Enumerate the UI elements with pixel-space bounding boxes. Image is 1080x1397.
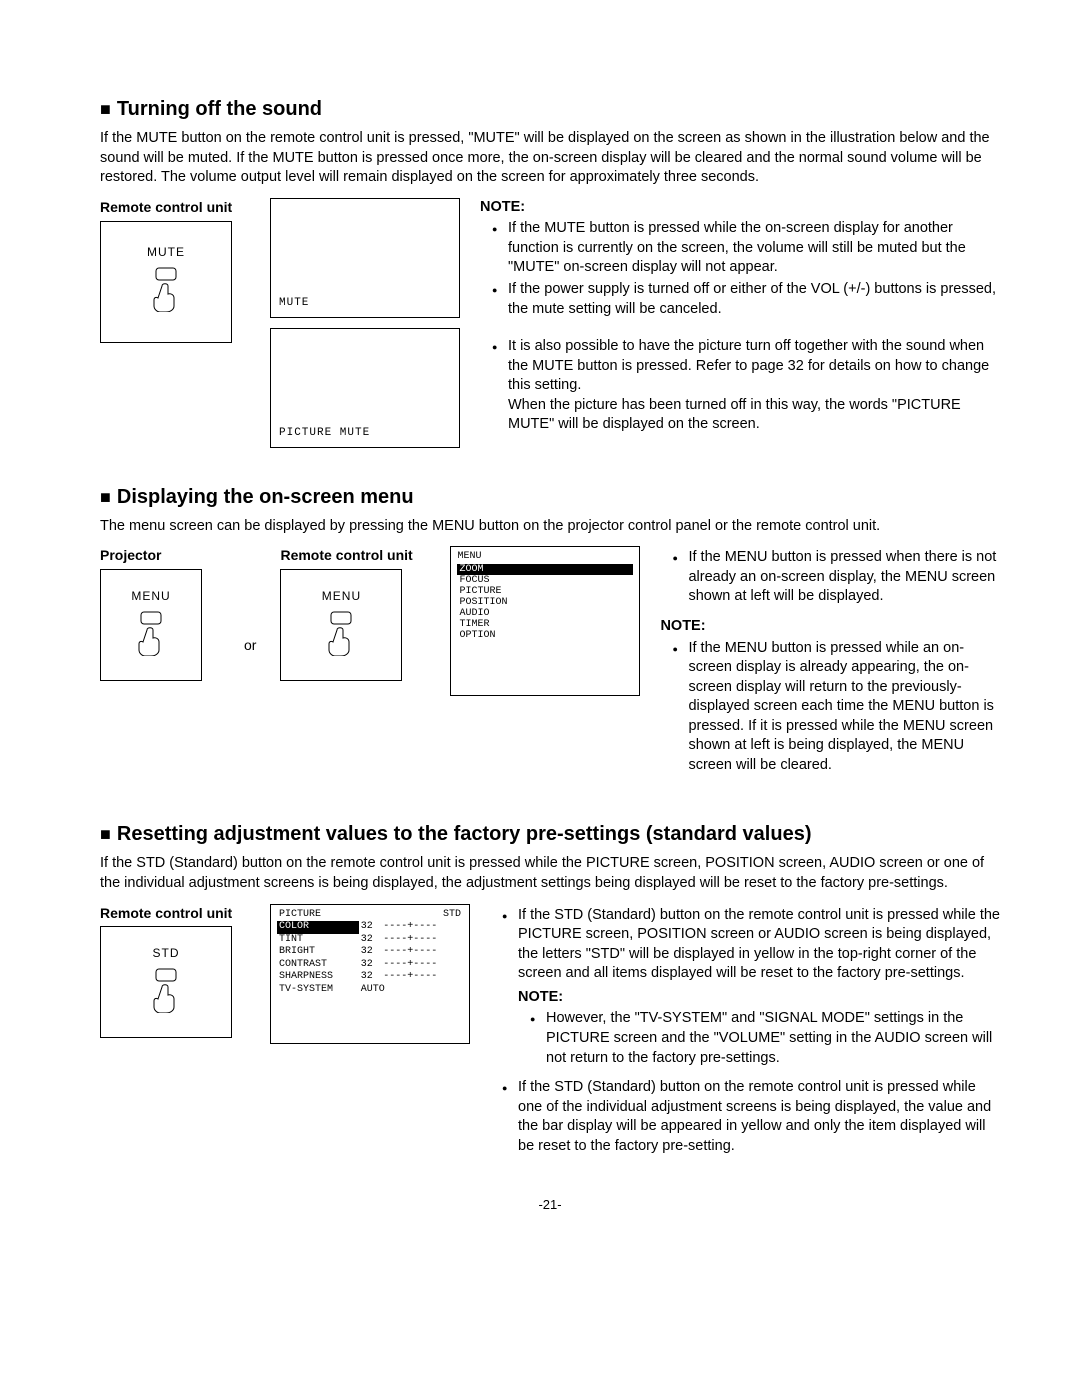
remote-menu-box: MENU — [280, 569, 402, 681]
screen-mute-caption: MUTE — [279, 296, 451, 311]
mute-button-label: MUTE — [147, 244, 185, 260]
hand-press-icon — [321, 610, 361, 663]
note-item: If the MENU button is pressed while an o… — [676, 639, 1000, 776]
screen-picture-mute-caption: PICTURE MUTE — [279, 426, 451, 441]
menu-button-label2: MENU — [322, 588, 361, 604]
or-text: or — [244, 636, 256, 655]
picture-row-name: TV-SYSTEM — [277, 984, 359, 997]
picture-row-name: COLOR — [277, 921, 359, 934]
menu-item: AUDIO — [457, 608, 633, 619]
note-item: If the MUTE button is pressed while the … — [496, 219, 1000, 278]
menu-button-label: MENU — [131, 588, 170, 604]
screen-mute: MUTE — [270, 198, 460, 318]
projector-label: Projector — [100, 546, 220, 565]
picture-header: PICTURE — [277, 909, 359, 922]
menu-item: POSITION — [457, 597, 633, 608]
picture-row-name: SHARPNESS — [277, 971, 359, 984]
section3-intro: If the STD (Standard) button on the remo… — [100, 854, 1000, 893]
section2-heading: ■Displaying the on-screen menu — [100, 484, 1000, 511]
note-item: If the STD (Standard) button on the remo… — [506, 906, 1000, 1069]
projector-menu-box: MENU — [100, 569, 202, 681]
screen-picture-mute: PICTURE MUTE — [270, 328, 460, 448]
remote-label: Remote control unit — [100, 198, 250, 217]
note-item: If the STD (Standard) button on the remo… — [506, 1078, 1000, 1156]
menu-item: FOCUS — [457, 575, 633, 586]
picture-row-name: BRIGHT — [277, 946, 359, 959]
note-item: If the MENU button is pressed when there… — [676, 548, 1000, 607]
hand-press-icon — [146, 967, 186, 1020]
page-number: -21- — [100, 1196, 1000, 1214]
menu-header: MENU — [457, 551, 633, 562]
remote-mute-box: MUTE — [100, 221, 232, 343]
remote-std-box: STD — [100, 926, 232, 1038]
menu-item: ZOOM — [457, 564, 633, 575]
note-item: If the power supply is turned off or eit… — [496, 280, 1000, 319]
section1-notes: NOTE: If the MUTE button is pressed whil… — [480, 198, 1000, 445]
picture-row-name: TINT — [277, 934, 359, 947]
section3-notes: If the STD (Standard) button on the remo… — [490, 904, 1000, 1167]
note-title2: NOTE: — [660, 617, 1000, 637]
menu-item: TIMER — [457, 619, 633, 630]
picture-row-name: CONTRAST — [277, 959, 359, 972]
section2-intro: The menu screen can be displayed by pres… — [100, 517, 1000, 537]
remote-label2: Remote control unit — [280, 546, 430, 565]
sub-note-item: However, the "TV-SYSTEM" and "SIGNAL MOD… — [534, 1009, 1000, 1068]
remote-label3: Remote control unit — [100, 904, 250, 923]
menu-item: PICTURE — [457, 586, 633, 597]
hand-press-icon — [131, 610, 171, 663]
hand-press-icon — [146, 266, 186, 319]
picture-osd: PICTURESTD COLOR32----+---- TINT32----+-… — [270, 904, 470, 1044]
std-button-label: STD — [153, 945, 180, 961]
section1-heading: ■Turning off the sound — [100, 96, 1000, 123]
menu-osd: MENU ZOOM FOCUS PICTURE POSITION AUDIO T… — [450, 546, 640, 696]
picture-std: STD — [381, 909, 463, 922]
section3-heading: ■Resetting adjustment values to the fact… — [100, 821, 1000, 848]
section1-intro: If the MUTE button on the remote control… — [100, 129, 1000, 188]
section2-notes: If the MENU button is pressed when there… — [660, 546, 1000, 785]
note-title3: NOTE: — [518, 988, 1000, 1008]
note-title: NOTE: — [480, 198, 1000, 218]
menu-item: OPTION — [457, 630, 633, 641]
note-item: It is also possible to have the picture … — [496, 337, 1000, 435]
